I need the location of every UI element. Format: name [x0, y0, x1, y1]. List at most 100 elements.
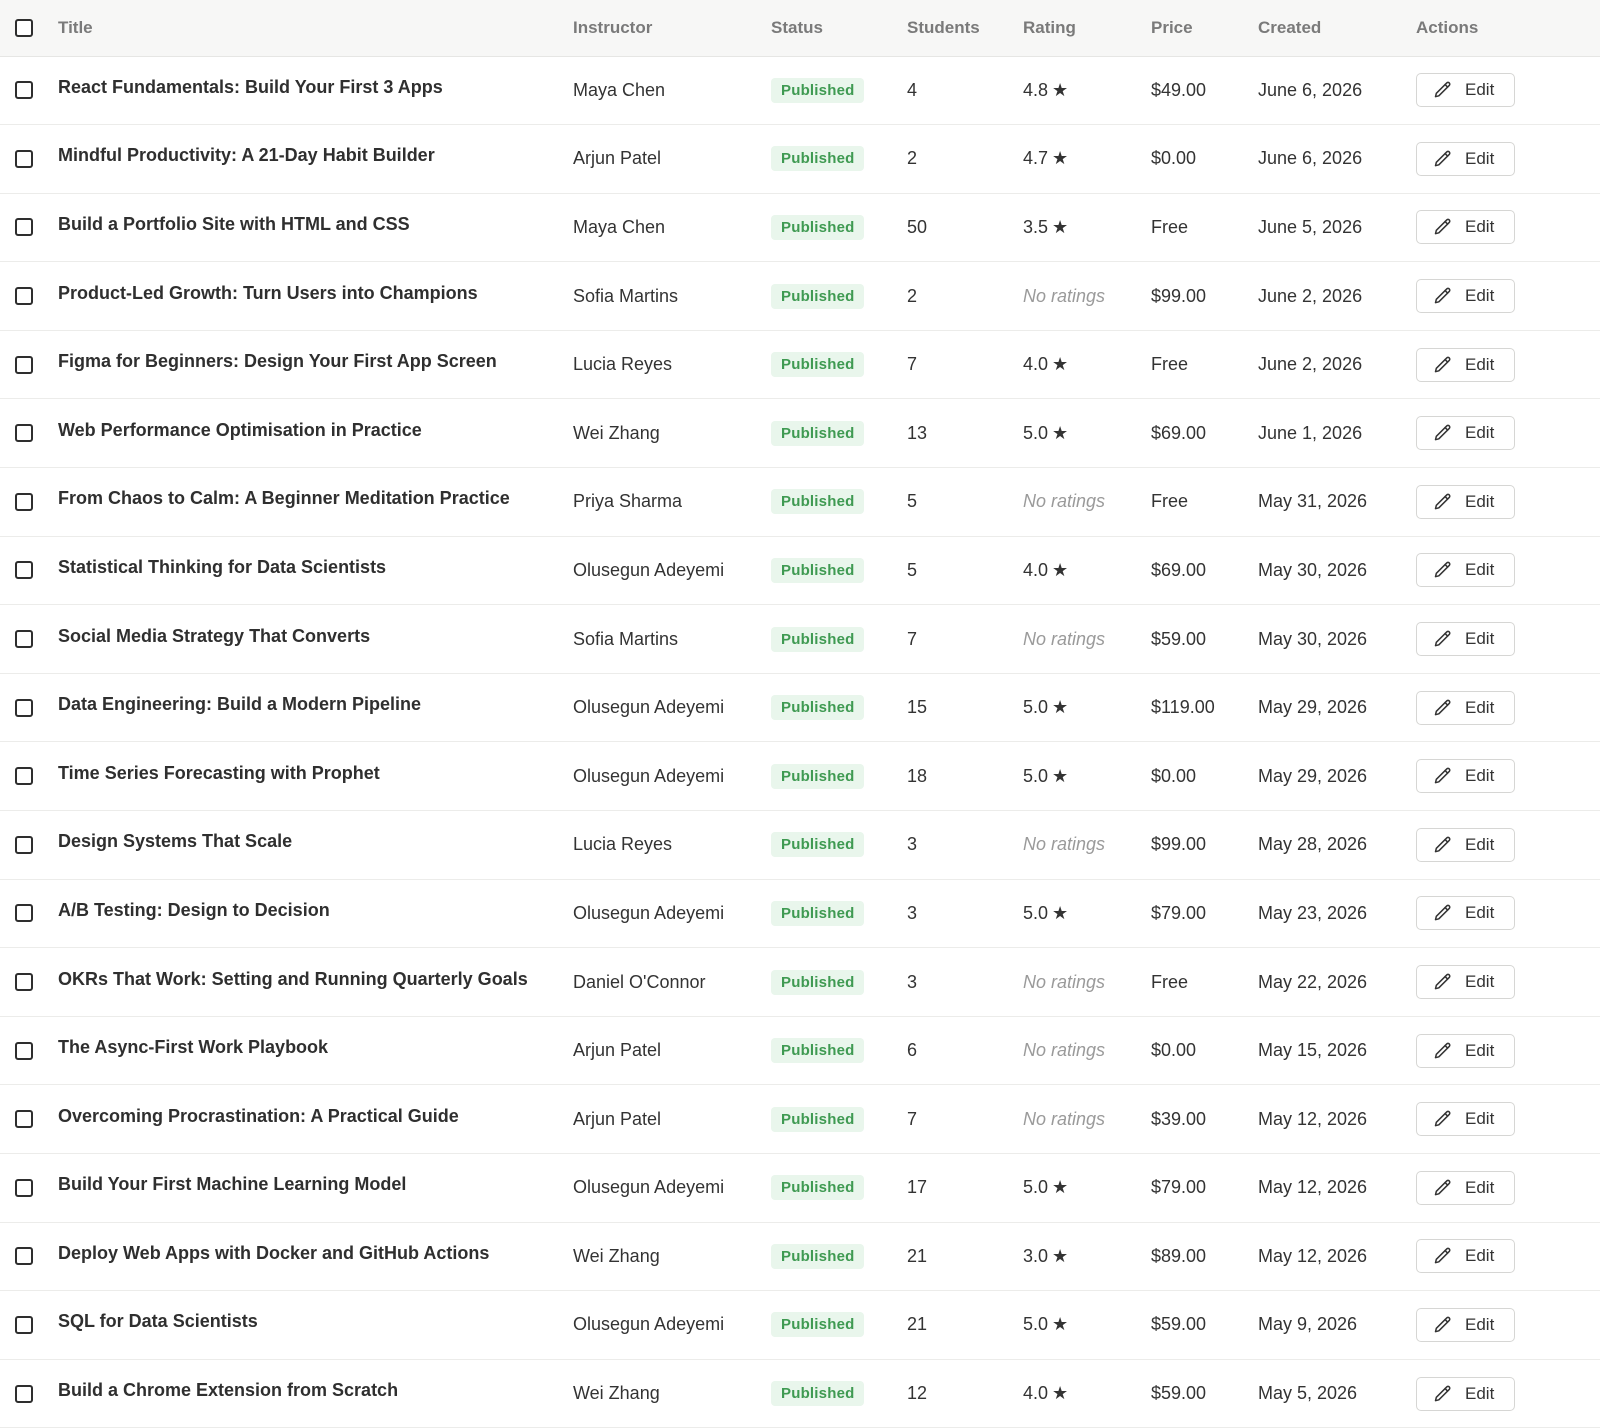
row-checkbox[interactable] [15, 630, 33, 649]
instructor-cell: Olusegun Adeyemi [573, 559, 725, 580]
course-title[interactable]: SQL for Data Scientists [58, 1311, 258, 1331]
column-header-rating[interactable]: Rating [1023, 0, 1151, 57]
course-title[interactable]: From Chaos to Calm: A Beginner Meditatio… [58, 488, 510, 508]
edit-button[interactable]: Edit [1416, 1170, 1516, 1205]
edit-button[interactable]: Edit [1416, 965, 1516, 1000]
edit-button[interactable]: Edit [1416, 347, 1516, 382]
rating-cell: No ratings [1023, 948, 1151, 1017]
row-checkbox[interactable] [15, 1247, 33, 1266]
course-title[interactable]: Design Systems That Scale [58, 831, 292, 851]
column-header-students[interactable]: Students [907, 0, 1023, 57]
column-header-price[interactable]: Price [1151, 0, 1258, 57]
row-checkbox[interactable] [15, 424, 33, 443]
course-title[interactable]: Time Series Forecasting with Prophet [58, 763, 380, 783]
column-header-title[interactable]: Title [58, 0, 573, 57]
course-title[interactable]: Figma for Beginners: Design Your First A… [58, 351, 497, 371]
row-checkbox[interactable] [15, 81, 33, 100]
course-title[interactable]: Mindful Productivity: A 21-Day Habit Bui… [58, 145, 435, 165]
row-checkbox[interactable] [15, 698, 33, 717]
students-cell: 3 [907, 834, 918, 855]
pencil-icon [1433, 423, 1453, 443]
rating-cell: No ratings [1023, 1016, 1151, 1085]
edit-button[interactable]: Edit [1416, 896, 1516, 931]
edit-button[interactable]: Edit [1416, 690, 1516, 725]
title-cell: React Fundamentals: Build Your First 3 A… [58, 56, 573, 125]
edit-button[interactable]: Edit [1416, 1239, 1516, 1274]
course-title[interactable]: Overcoming Procrastination: A Practical … [58, 1106, 459, 1126]
actions-cell: Edit [1416, 1222, 1600, 1291]
course-title[interactable]: OKRs That Work: Setting and Running Quar… [58, 969, 528, 989]
edit-button-label: Edit [1465, 972, 1495, 992]
instructor-cell: Sofia Martins [573, 628, 679, 649]
edit-button[interactable]: Edit [1416, 73, 1516, 108]
pencil-icon [1433, 492, 1453, 512]
row-checkbox[interactable] [15, 492, 33, 511]
row-checkbox[interactable] [15, 1110, 33, 1129]
row-checkbox[interactable] [15, 973, 33, 992]
edit-button-label: Edit [1465, 629, 1495, 649]
column-header-created[interactable]: Created [1258, 0, 1416, 57]
row-checkbox[interactable] [15, 561, 33, 580]
edit-button[interactable]: Edit [1416, 553, 1516, 588]
star-icon: ★ [1052, 902, 1069, 923]
edit-button[interactable]: Edit [1416, 416, 1516, 451]
row-select-cell [0, 468, 58, 537]
created-cell: May 29, 2026 [1258, 697, 1368, 718]
status-badge: Published [771, 1312, 865, 1338]
row-checkbox[interactable] [15, 149, 33, 168]
row-checkbox[interactable] [15, 767, 33, 786]
edit-button[interactable]: Edit [1416, 484, 1516, 519]
price-cell: Free [1151, 354, 1189, 375]
edit-button[interactable]: Edit [1416, 141, 1516, 176]
rating-value: 3.0 [1023, 1245, 1049, 1266]
status-badge: Published [771, 1038, 865, 1064]
column-header-instructor[interactable]: Instructor [573, 0, 771, 57]
row-checkbox[interactable] [15, 1315, 33, 1334]
actions-cell: Edit [1416, 193, 1600, 262]
edit-button[interactable]: Edit [1416, 279, 1516, 314]
pencil-icon [1433, 560, 1453, 580]
price-cell: $79.00 [1151, 902, 1207, 923]
course-title[interactable]: Build Your First Machine Learning Model [58, 1174, 406, 1194]
course-title[interactable]: A/B Testing: Design to Decision [58, 900, 330, 920]
status-badge: Published [771, 420, 865, 446]
row-checkbox[interactable] [15, 1041, 33, 1060]
row-checkbox[interactable] [15, 287, 33, 306]
created-cell: May 31, 2026 [1258, 491, 1368, 512]
star-icon: ★ [1052, 216, 1069, 237]
course-title[interactable]: Deploy Web Apps with Docker and GitHub A… [58, 1243, 489, 1263]
students-cell: 18 [907, 765, 928, 786]
row-checkbox[interactable] [15, 1384, 33, 1403]
row-checkbox[interactable] [15, 355, 33, 374]
row-checkbox[interactable] [15, 1178, 33, 1197]
price-cell: $59.00 [1151, 628, 1207, 649]
course-title[interactable]: Social Media Strategy That Converts [58, 626, 370, 646]
edit-button[interactable]: Edit [1416, 759, 1516, 794]
edit-button[interactable]: Edit [1416, 1376, 1516, 1411]
course-title[interactable]: Build a Chrome Extension from Scratch [58, 1380, 398, 1400]
row-checkbox[interactable] [15, 218, 33, 237]
edit-button[interactable]: Edit [1416, 827, 1516, 862]
table-row: Mindful Productivity: A 21-Day Habit Bui… [0, 125, 1600, 194]
edit-button[interactable]: Edit [1416, 1307, 1516, 1342]
course-title[interactable]: Web Performance Optimisation in Practice [58, 420, 422, 440]
edit-button[interactable]: Edit [1416, 210, 1516, 245]
star-icon: ★ [1052, 1245, 1069, 1266]
edit-button[interactable]: Edit [1416, 622, 1516, 657]
course-title[interactable]: Data Engineering: Build a Modern Pipelin… [58, 694, 421, 714]
row-checkbox[interactable] [15, 835, 33, 854]
course-title[interactable]: Build a Portfolio Site with HTML and CSS [58, 214, 410, 234]
course-title[interactable]: React Fundamentals: Build Your First 3 A… [58, 77, 443, 97]
select-all-checkbox[interactable] [15, 18, 33, 37]
pencil-icon [1433, 1384, 1453, 1404]
course-title[interactable]: Product-Led Growth: Turn Users into Cham… [58, 283, 478, 303]
table-row: Build a Portfolio Site with HTML and CSS… [0, 193, 1600, 262]
edit-button[interactable]: Edit [1416, 1033, 1516, 1068]
actions-cell: Edit [1416, 56, 1600, 125]
edit-button-label: Edit [1465, 286, 1495, 306]
column-header-status[interactable]: Status [771, 0, 907, 57]
row-checkbox[interactable] [15, 904, 33, 923]
edit-button[interactable]: Edit [1416, 1102, 1516, 1137]
course-title[interactable]: Statistical Thinking for Data Scientists [58, 557, 386, 577]
course-title[interactable]: The Async-First Work Playbook [58, 1037, 328, 1057]
